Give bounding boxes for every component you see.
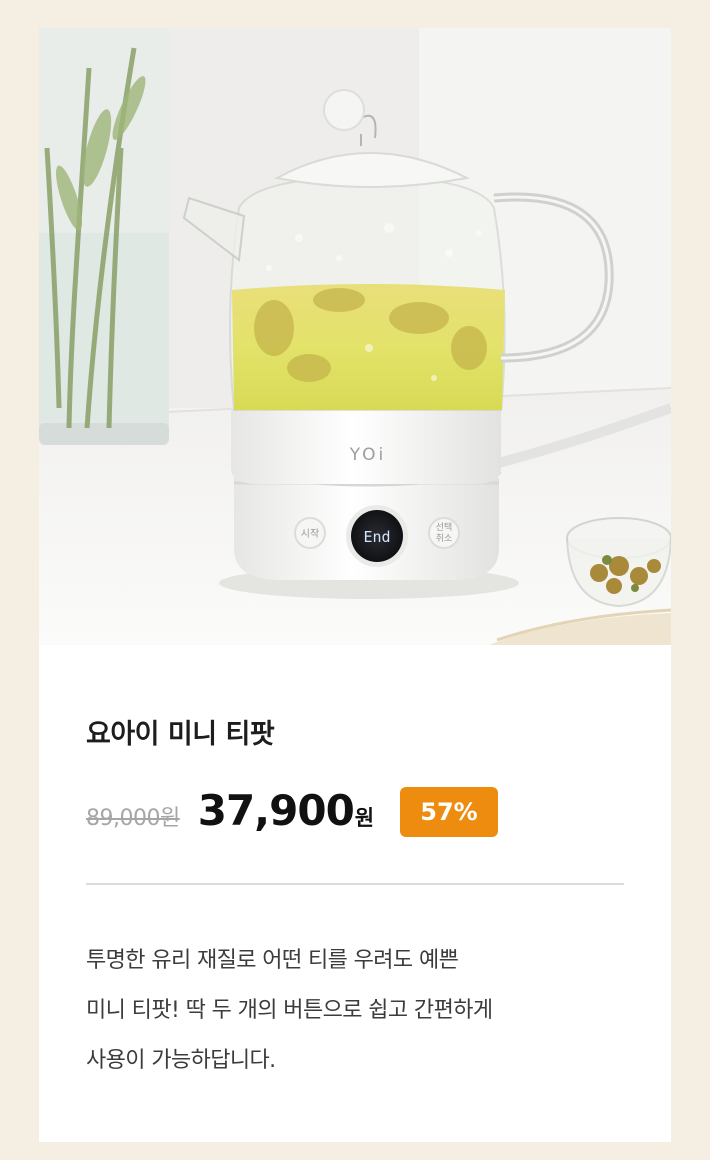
start-button-label: 시작 [301, 528, 319, 540]
divider [86, 883, 624, 885]
price-row: 89,000원 37,900 원 [86, 786, 374, 842]
product-description: 투명한 유리 재질로 어떤 티를 우려도 예쁜 미니 티팟! 딱 두 개의 버튼… [86, 936, 646, 1086]
brand-mark: YOi [349, 445, 387, 465]
currency-label: 원 [354, 806, 375, 830]
original-price: 89,000원 [86, 806, 180, 831]
cancel-button-label-1: 선택 [436, 522, 453, 533]
description-line: 사용이 가능하답니다. [86, 1048, 276, 1073]
product-image: 시작 선택 취소 End YOi [39, 28, 671, 645]
cancel-button-label-2: 취소 [436, 533, 453, 544]
display-readout: End [363, 528, 390, 546]
discount-badge: 57% [400, 787, 498, 837]
description-line: 미니 티팟! 딱 두 개의 버튼으로 쉽고 간편하게 [86, 998, 493, 1023]
product-card[interactable]: 시작 선택 취소 End YOi 요아이 미니 티팟 89,000원 37,90… [39, 28, 671, 1142]
description-line: 투명한 유리 재질로 어떤 티를 우려도 예쁜 [86, 948, 459, 973]
sale-price: 37,900 [197, 786, 355, 835]
product-title: 요아이 미니 티팟 [86, 719, 275, 750]
